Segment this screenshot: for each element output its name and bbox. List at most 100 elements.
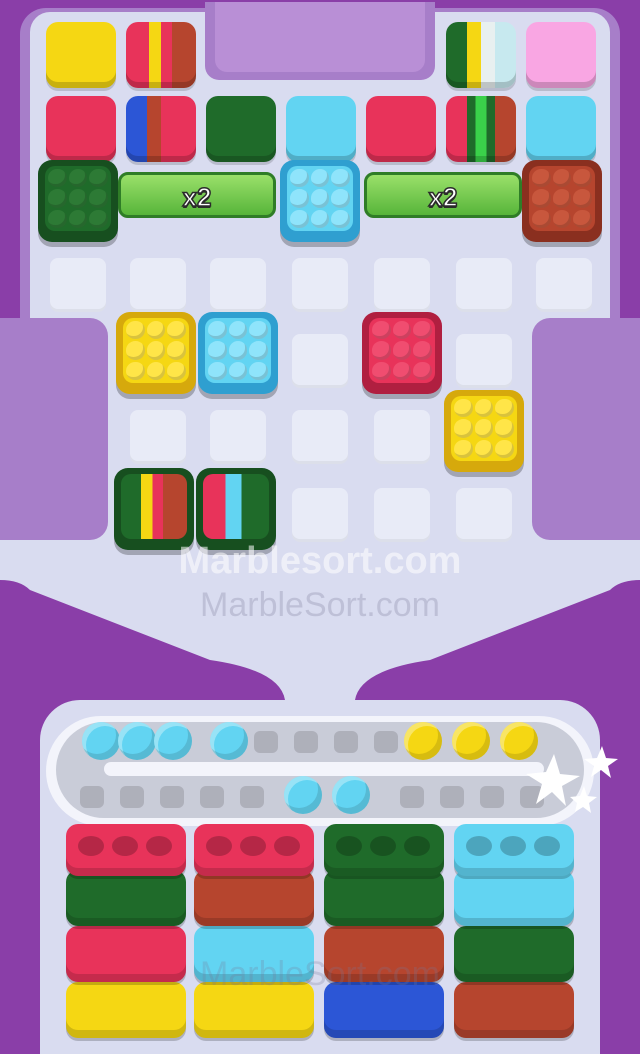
marble-cyan — [210, 722, 248, 760]
conveyor-divider — [104, 762, 544, 776]
marble-pip — [126, 341, 145, 360]
right-side-block — [532, 318, 640, 540]
empty-slot[interactable] — [292, 334, 348, 388]
stack-layer-cyan — [454, 870, 574, 926]
marble-box-cyan[interactable] — [280, 160, 360, 242]
stack-layer-brown — [194, 870, 314, 926]
empty-slot[interactable] — [50, 258, 106, 312]
marble-box-yellow[interactable] — [444, 390, 524, 472]
stack-cap-cyan[interactable] — [454, 824, 574, 876]
track-hole — [254, 731, 278, 753]
marble-cyan — [82, 722, 120, 760]
marble-pip — [146, 341, 166, 360]
empty-slot[interactable] — [130, 410, 186, 464]
marble-pip — [454, 399, 473, 418]
game-screen: x2 x2 Marblesort.com MarbleSort.com Marb… — [0, 0, 640, 1054]
queue-tile-striped[interactable] — [126, 22, 196, 88]
queue-tile-lightpink[interactable] — [526, 22, 596, 88]
left-side-block — [0, 318, 108, 540]
queue-tile-green[interactable] — [206, 96, 276, 162]
empty-slot[interactable] — [292, 488, 348, 542]
queue-tile-yellow[interactable] — [46, 22, 116, 88]
marble-pip — [89, 169, 108, 188]
marble-pip — [532, 209, 551, 228]
marble-yellow — [452, 722, 490, 760]
multiplier-right-label: x2 — [428, 181, 458, 213]
marble-pip — [413, 341, 432, 360]
marble-pip — [228, 341, 248, 360]
stack-cap-hole — [146, 836, 172, 856]
stack-cap-green[interactable] — [324, 824, 444, 876]
stack-cap-hole — [404, 836, 430, 856]
queue-tile-striped[interactable] — [446, 22, 516, 88]
queue-tile-pink[interactable] — [366, 96, 436, 162]
stack-cap-pink[interactable] — [66, 824, 186, 876]
queue-tile-striped[interactable] — [126, 96, 196, 162]
marble-cyan — [118, 722, 156, 760]
stack-cap-hole — [112, 836, 138, 856]
marble-pip — [552, 169, 572, 188]
track-hole — [200, 786, 224, 808]
marble-pip — [413, 321, 432, 340]
marble-pip — [372, 341, 391, 360]
track-hole — [294, 731, 318, 753]
empty-slot[interactable] — [374, 410, 430, 464]
marble-box-brown[interactable] — [522, 160, 602, 242]
marble-box-striped[interactable] — [196, 468, 276, 550]
marble-pip — [310, 209, 330, 228]
track-hole — [160, 786, 184, 808]
empty-slot[interactable] — [210, 410, 266, 464]
marble-pip — [310, 189, 330, 208]
marble-cyan — [154, 722, 192, 760]
empty-slot[interactable] — [374, 488, 430, 542]
marble-box-green[interactable] — [38, 160, 118, 242]
marble-pip — [532, 169, 551, 188]
watermark-mid: MarbleSort.com — [200, 586, 440, 624]
marble-pip — [532, 189, 551, 208]
stack-layer-green — [324, 870, 444, 926]
empty-slot[interactable] — [130, 258, 186, 312]
empty-slot[interactable] — [292, 258, 348, 312]
empty-slot[interactable] — [210, 258, 266, 312]
marble-pip — [89, 189, 108, 208]
marble-pip — [495, 419, 514, 438]
marble-pip — [249, 321, 268, 340]
stack-cap-pink[interactable] — [194, 824, 314, 876]
marble-pip — [68, 169, 88, 188]
empty-slot[interactable] — [292, 410, 348, 464]
empty-slot[interactable] — [536, 258, 592, 312]
queue-tile-cyan[interactable] — [286, 96, 356, 162]
marble-pip — [249, 341, 268, 360]
track-hole — [240, 786, 264, 808]
stack-cap-hole — [500, 836, 526, 856]
track-hole — [334, 731, 358, 753]
marble-cyan — [332, 776, 370, 814]
marble-box-striped[interactable] — [114, 468, 194, 550]
empty-slot[interactable] — [456, 334, 512, 388]
marble-box-pink[interactable] — [362, 312, 442, 394]
track-hole — [440, 786, 464, 808]
multiplier-bar-right: x2 — [364, 172, 522, 218]
queue-tile-cyan[interactable] — [526, 96, 596, 162]
stack-cap-hole — [206, 836, 232, 856]
multiplier-bar-left: x2 — [118, 172, 276, 218]
queue-tile-striped[interactable] — [446, 96, 516, 162]
stack-cap-hole — [466, 836, 492, 856]
stack-cap-hole — [240, 836, 266, 856]
marble-pip — [249, 361, 268, 380]
marble-pip — [167, 361, 186, 380]
marble-pip — [474, 399, 494, 418]
empty-slot[interactable] — [374, 258, 430, 312]
track-hole — [80, 786, 104, 808]
marble-pip — [208, 341, 227, 360]
marble-pip — [126, 361, 145, 380]
queue-tile-pink[interactable] — [46, 96, 116, 162]
marble-box-cyan[interactable] — [198, 312, 278, 394]
stack-cap-hole — [370, 836, 396, 856]
board-notch-inner — [215, 2, 425, 72]
empty-slot[interactable] — [456, 258, 512, 312]
marble-pip — [573, 209, 592, 228]
marble-pip — [454, 419, 473, 438]
empty-slot[interactable] — [456, 488, 512, 542]
marble-box-yellow[interactable] — [116, 312, 196, 394]
